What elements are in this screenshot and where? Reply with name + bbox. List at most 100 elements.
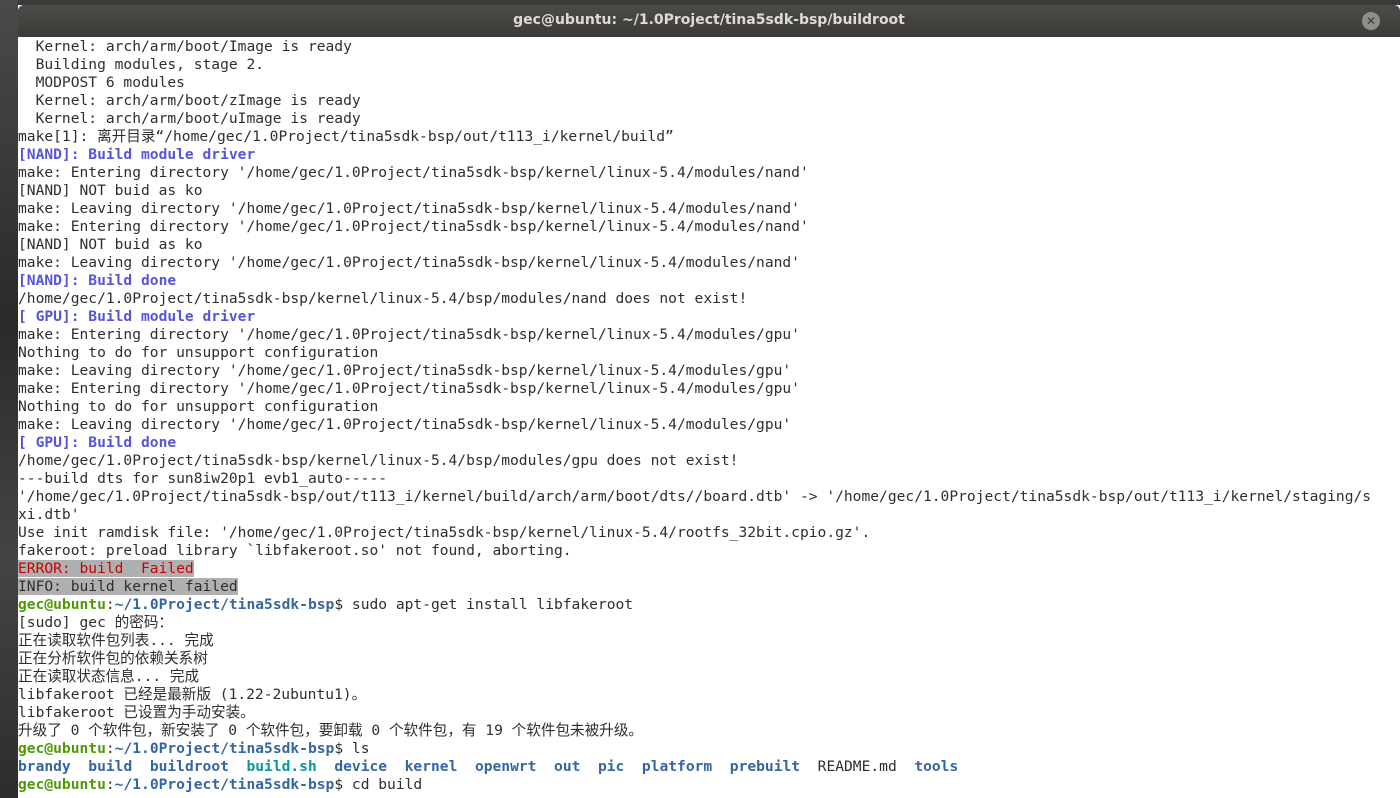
output-text: fakeroot: preload library `libfakeroot.s… [18,542,572,559]
prompt-separator: : [105,740,115,757]
terminal-line: ---build dts for sun8iw20p1 evb1_auto---… [18,470,1400,488]
output-text: make: Entering directory '/home/gec/1.0P… [18,218,809,235]
prompt-user: gec@ubuntu [18,596,106,613]
terminal-line: Use init ramdisk file: '/home/gec/1.0Pro… [18,524,1400,542]
output-text: libfakeroot 已经是最新版 (1.22-2ubuntu1)。 [18,686,367,703]
window-titlebar[interactable]: gec@ubuntu: ~/1.0Project/tina5sdk-bsp/bu… [18,5,1400,37]
command-text: cd build [351,776,423,793]
terminal-line: make: Entering directory '/home/gec/1.0P… [18,326,1400,344]
terminal-line: make: Leaving directory '/home/gec/1.0Pr… [18,254,1400,272]
terminal-line: /home/gec/1.0Project/tina5sdk-bsp/kernel… [18,452,1400,470]
terminal-line: make: Entering directory '/home/gec/1.0P… [18,218,1400,236]
terminal-output[interactable]: Kernel: arch/arm/boot/Image is ready Bui… [18,37,1400,798]
output-text: xi.dtb' [18,506,80,523]
terminal-line: INFO: build kernel failed [18,578,1400,596]
terminal-line: [ GPU]: Build done [18,434,1400,452]
output-text: Use init ramdisk file: '/home/gec/1.0Pro… [18,524,871,541]
terminal-line: make[1]: 离开目录“/home/gec/1.0Project/tina5… [18,128,1400,146]
info-message: INFO: build kernel failed [18,578,238,595]
command-text: sudo apt-get install libfakeroot [351,596,634,613]
terminal-line: gec@ubuntu:~/1.0Project/tina5sdk-bsp$ ls [18,740,1400,758]
prompt-path: ~/1.0Project/tina5sdk-bsp [114,596,335,613]
ls-entry: README.md [817,758,897,775]
terminal-line: 正在读取软件包列表... 完成 [18,632,1400,650]
terminal-line: make: Leaving directory '/home/gec/1.0Pr… [18,200,1400,218]
prompt-dollar: $ [334,740,352,757]
terminal-line: make: Leaving directory '/home/gec/1.0Pr… [18,416,1400,434]
terminal-line: 正在读取状态信息... 完成 [18,668,1400,686]
terminal-line: Kernel: arch/arm/boot/uImage is ready [18,110,1400,128]
terminal-line: make: Leaving directory '/home/gec/1.0Pr… [18,362,1400,380]
output-text: Kernel: arch/arm/boot/uImage is ready [18,110,361,127]
output-text: Nothing to do for unsupport configuratio… [18,344,379,361]
prompt-path: ~/1.0Project/tina5sdk-bsp [114,740,335,757]
prompt-user: gec@ubuntu [18,776,106,793]
terminal-line: Kernel: arch/arm/boot/zImage is ready [18,92,1400,110]
output-text: make: Leaving directory '/home/gec/1.0Pr… [18,254,800,271]
output-text: [NAND] NOT buid as ko [18,236,203,253]
terminal-line: /home/gec/1.0Project/tina5sdk-bsp/kernel… [18,290,1400,308]
output-text: 升级了 0 个软件包，新安装了 0 个软件包，要卸载 0 个软件包，有 19 个… [18,722,644,739]
ls-entry: build [88,758,133,775]
ls-entry: prebuilt [729,758,801,775]
ls-entry: platform [641,758,713,775]
output-text: [sudo] gec 的密码： [18,614,174,631]
output-text: make: Leaving directory '/home/gec/1.0Pr… [18,200,800,217]
terminal-line: [NAND]: Build module driver [18,146,1400,164]
ls-entry: tools [914,758,959,775]
output-text: /home/gec/1.0Project/tina5sdk-bsp/kernel… [18,452,739,469]
ls-entry: device [334,758,388,775]
build-status-text: [ GPU]: Build module driver [18,308,256,325]
prompt-path: ~/1.0Project/tina5sdk-bsp [114,776,335,793]
ls-entry: kernel [404,758,458,775]
output-text: make[1]: 离开目录“/home/gec/1.0Project/tina5… [18,128,674,145]
output-text: Kernel: arch/arm/boot/zImage is ready [18,92,361,109]
terminal-line: Building modules, stage 2. [18,56,1400,74]
build-status-text: [NAND]: Build module driver [18,146,256,163]
terminal-window[interactable]: gec@ubuntu: ~/1.0Project/tina5sdk-bsp/bu… [18,5,1400,798]
output-text: make: Entering directory '/home/gec/1.0P… [18,380,800,397]
command-text: ls [351,740,370,757]
close-icon[interactable]: ✕ [1362,12,1380,30]
terminal-line: Nothing to do for unsupport configuratio… [18,398,1400,416]
terminal-line: [ GPU]: Build module driver [18,308,1400,326]
terminal-line: make: Entering directory '/home/gec/1.0P… [18,380,1400,398]
output-text: 正在读取软件包列表... 完成 [18,632,214,649]
terminal-line: ERROR: build Failed [18,560,1400,578]
terminal-line: fakeroot: preload library `libfakeroot.s… [18,542,1400,560]
terminal-line: brandy build buildroot build.sh device k… [18,758,1400,776]
error-message: ERROR: build Failed [18,560,194,577]
terminal-line: libfakeroot 已经是最新版 (1.22-2ubuntu1)。 [18,686,1400,704]
output-text: make: Leaving directory '/home/gec/1.0Pr… [18,416,792,433]
ls-entry: openwrt [474,758,537,775]
prompt-dollar: $ [334,596,352,613]
output-text: /home/gec/1.0Project/tina5sdk-bsp/kernel… [18,290,748,307]
build-status-text: [NAND]: Build done [18,272,177,289]
terminal-line: libfakeroot 已设置为手动安装。 [18,704,1400,722]
output-text: '/home/gec/1.0Project/tina5sdk-bsp/out/t… [18,488,1372,505]
prompt-user: gec@ubuntu [18,740,106,757]
terminal-line: xi.dtb' [18,506,1400,524]
terminal-line: Kernel: arch/arm/boot/Image is ready [18,38,1400,56]
terminal-line: MODPOST 6 modules [18,74,1400,92]
output-text: libfakeroot 已设置为手动安装。 [18,704,255,721]
terminal-line: 升级了 0 个软件包，新安装了 0 个软件包，要卸载 0 个软件包，有 19 个… [18,722,1400,740]
output-text: Kernel: arch/arm/boot/Image is ready [18,38,352,55]
terminal-line: gec@ubuntu:~/1.0Project/tina5sdk-bsp$ su… [18,596,1400,614]
ls-entry: pic [597,758,625,775]
output-text: make: Leaving directory '/home/gec/1.0Pr… [18,362,792,379]
prompt-separator: : [105,776,115,793]
desktop-background [0,0,18,798]
output-text: make: Entering directory '/home/gec/1.0P… [18,164,809,181]
output-text: make: Entering directory '/home/gec/1.0P… [18,326,800,343]
output-text: ---build dts for sun8iw20p1 evb1_auto---… [18,470,388,487]
output-text: 正在读取状态信息... 完成 [18,668,200,685]
terminal-line: [NAND]: Build done [18,272,1400,290]
output-text: Nothing to do for unsupport configuratio… [18,398,379,415]
output-text: [NAND] NOT buid as ko [18,182,203,199]
terminal-line: 正在分析软件包的依赖关系树 [18,650,1400,668]
terminal-line: [NAND] NOT buid as ko [18,182,1400,200]
ls-entry: build.sh [246,758,317,775]
ls-entry: buildroot [149,758,229,775]
terminal-line: make: Entering directory '/home/gec/1.0P… [18,164,1400,182]
